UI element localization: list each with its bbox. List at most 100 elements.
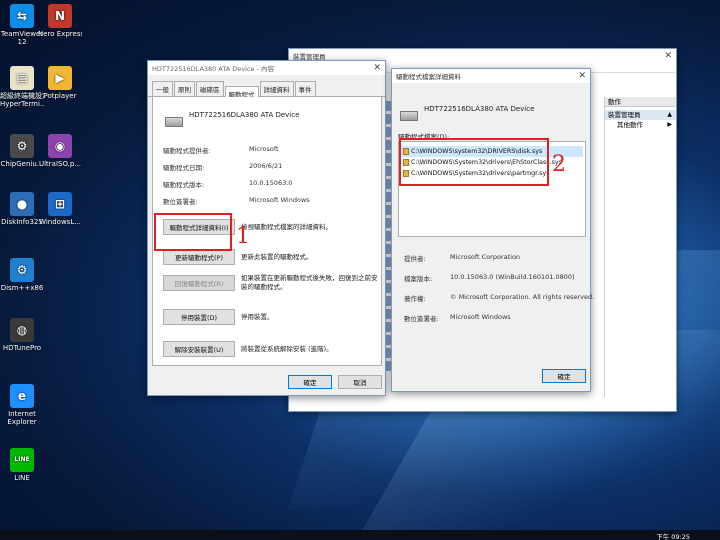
file-meta-value: Microsoft Corporation xyxy=(450,253,521,261)
driver-info-value: Microsoft xyxy=(249,145,279,153)
file-meta-label: 著作權: xyxy=(404,295,426,303)
tab-5[interactable]: 事件 xyxy=(294,81,316,96)
actions-panel: 動作 裝置管理員 ▲ 其他動作 ▶ xyxy=(604,97,676,397)
hyperterminal-icon: ▤ xyxy=(10,66,34,90)
driver-action-button-1[interactable]: 更新驅動程式(P) xyxy=(163,249,235,265)
actions-section-label: 裝置管理員 xyxy=(608,111,641,119)
close-icon[interactable]: ✕ xyxy=(578,71,586,81)
driver-info-row: 數位簽署者: Microsoft Windows xyxy=(163,196,310,206)
file-meta-label: 提供者: xyxy=(404,255,426,263)
desktop-icon-label: Internet xyxy=(8,410,36,418)
desktop-icon-hdtunepro[interactable]: ◍ HDTunePro xyxy=(0,318,44,352)
hard-drive-icon xyxy=(165,117,183,127)
close-icon[interactable]: ✕ xyxy=(664,51,672,61)
hard-drive-icon xyxy=(400,111,418,121)
ok-button[interactable]: 確定 xyxy=(288,375,332,389)
desktop-icon-label: Dism++x86 xyxy=(0,284,44,292)
desktop-icon-label: HDTunePro xyxy=(2,344,42,352)
driver-action-button-4[interactable]: 解除安裝裝置(U) xyxy=(163,341,235,357)
driver-action-description: 將裝置從系統解除安裝 (進階)。 xyxy=(241,345,333,353)
driver-action-description: 如果裝置在更新驅動程式後失敗，回復到之前安裝的驅動程式。 xyxy=(241,274,378,291)
desktop-icon-label: 12 xyxy=(17,38,27,46)
potplayer-icon: ▶ xyxy=(48,66,72,90)
driver-action-description: 停用裝置。 xyxy=(241,313,274,321)
desktop-icon-label: Nero Express xyxy=(38,30,82,38)
file-meta-row: 數位簽署者: Microsoft Windows xyxy=(404,313,511,323)
driver-action-button-3[interactable]: 停用裝置(D) xyxy=(163,309,235,325)
file-meta-row: 著作權: © Microsoft Corporation. All rights … xyxy=(404,293,594,303)
dism-icon: ⚙ xyxy=(10,258,34,282)
driver-action-description: 檢視驅動程式檔案的詳細資料。 xyxy=(241,223,332,231)
driver-action-button-2[interactable]: 回復驅動程式(R) xyxy=(163,275,235,291)
desktop-icon-dism[interactable]: ⚙ Dism++x86 xyxy=(0,258,44,292)
more-actions-item[interactable]: 其他動作 ▶ xyxy=(605,120,676,130)
driver-info-row: 驅動程式日期: 2006/6/21 xyxy=(163,162,282,172)
driver-info-label: 驅動程式版本: xyxy=(163,181,205,189)
file-meta-label: 檔案版本: xyxy=(404,275,433,283)
teamviewer-icon: ⇆ xyxy=(10,4,34,28)
file-meta-value: 10.0.15063.0 (WinBuild.160101.0800) xyxy=(450,273,575,281)
taskbar-clock[interactable]: 下午 09:25 xyxy=(656,531,690,540)
desktop-icon-nero-express[interactable]: N Nero Express xyxy=(38,4,82,38)
file-details-titlebar[interactable]: 驅動程式檔案詳細資料 ✕ xyxy=(392,69,590,83)
nero-express-icon: N xyxy=(48,4,72,28)
desktop-icon-label: Explorer xyxy=(7,418,37,426)
driver-info-label: 驅動程式提供者: xyxy=(163,147,211,155)
collapse-arrow-icon[interactable]: ▲ xyxy=(667,110,672,120)
file-meta-value: Microsoft Windows xyxy=(450,313,511,321)
line-icon: LINE xyxy=(10,448,34,472)
desktop-icon-label: UltraISO.p... xyxy=(38,160,82,168)
diskinfo-icon: ● xyxy=(10,192,34,216)
chipgenius-icon: ⚙ xyxy=(10,134,34,158)
annotation-number-2: 2 xyxy=(552,152,566,177)
ultraiso-icon: ◉ xyxy=(48,134,72,158)
driver-info-row: 驅動程式提供者: Microsoft xyxy=(163,145,279,155)
file-meta-row: 提供者: Microsoft Corporation xyxy=(404,253,520,263)
device-name: HDT722516DLA380 ATA Device xyxy=(189,111,300,119)
file-details-title: 驅動程式檔案詳細資料 xyxy=(396,73,461,81)
windows-icon: ⊞ xyxy=(48,192,72,216)
more-actions-label: 其他動作 xyxy=(617,121,643,129)
driver-info-value: Microsoft Windows xyxy=(249,196,310,204)
cancel-button[interactable]: 取消 xyxy=(338,375,382,389)
desktop-icon-label: Potplayer xyxy=(43,92,77,100)
actions-section[interactable]: 裝置管理員 ▲ xyxy=(605,110,676,120)
annotation-number-1: 1 xyxy=(236,224,250,249)
desktop-icon-ultraiso[interactable]: ◉ UltraISO.p... xyxy=(38,134,82,168)
desktop-icon-windows[interactable]: ⊞ WindowsL... xyxy=(38,192,82,226)
desktop-icon-label: LINE xyxy=(14,474,30,482)
desktop-icon-internet-explorer[interactable]: e Internet Explorer xyxy=(0,384,44,426)
file-details-ok-button[interactable]: 確定 xyxy=(542,369,586,383)
file-meta-label: 數位簽署者: xyxy=(404,315,439,323)
driver-info-value: 2006/6/21 xyxy=(249,162,283,170)
close-icon[interactable]: ✕ xyxy=(373,63,381,73)
file-details-device-name: HDT722516DLA380 ATA Device xyxy=(424,105,535,113)
tab-4[interactable]: 詳細資料 xyxy=(259,81,294,96)
properties-title: HDT722516DLA380 ATA Device - 內容 xyxy=(152,65,274,73)
properties-tabs: 一般 原則 磁碟區 驅動程式 詳細資料 事件 xyxy=(148,75,385,99)
file-meta-value: © Microsoft Corporation. All rights rese… xyxy=(450,293,595,301)
hdtunepro-icon: ◍ xyxy=(10,318,34,342)
taskbar[interactable]: 下午 09:25 xyxy=(0,530,720,540)
desktop-icon-label: WindowsL... xyxy=(39,218,81,226)
tab-1[interactable]: 原則 xyxy=(174,81,195,96)
driver-action-description: 更新此裝置的驅動程式。 xyxy=(241,253,313,261)
desktop-icon-potplayer[interactable]: ▶ Potplayer xyxy=(38,66,82,100)
annotation-box-1 xyxy=(154,213,232,251)
file-meta-row: 檔案版本: 10.0.15063.0 (WinBuild.160101.0800) xyxy=(404,273,575,283)
driver-info-label: 數位簽署者: xyxy=(163,198,198,206)
driver-info-value: 10.0.15063.0 xyxy=(249,179,293,187)
driver-info-label: 驅動程式日期: xyxy=(163,164,205,172)
chevron-right-icon: ▶ xyxy=(667,121,672,128)
tab-3[interactable]: 驅動程式 xyxy=(224,86,259,99)
tab-0[interactable]: 一般 xyxy=(152,81,173,96)
desktop-icon-line[interactable]: LINE LINE xyxy=(0,448,44,482)
properties-titlebar[interactable]: HDT722516DLA380 ATA Device - 內容 ✕ xyxy=(148,61,385,75)
driver-file-details-dialog[interactable]: 驅動程式檔案詳細資料 ✕ HDT722516DLA380 ATA Device … xyxy=(391,68,594,392)
desktop-icon-label: HyperTermi... xyxy=(0,100,44,108)
internet-explorer-icon: e xyxy=(10,384,34,408)
actions-header: 動作 xyxy=(605,97,676,107)
driver-info-row: 驅動程式版本: 10.0.15063.0 xyxy=(163,179,292,189)
tab-2[interactable]: 磁碟區 xyxy=(196,81,224,96)
annotation-box-2 xyxy=(399,138,549,186)
